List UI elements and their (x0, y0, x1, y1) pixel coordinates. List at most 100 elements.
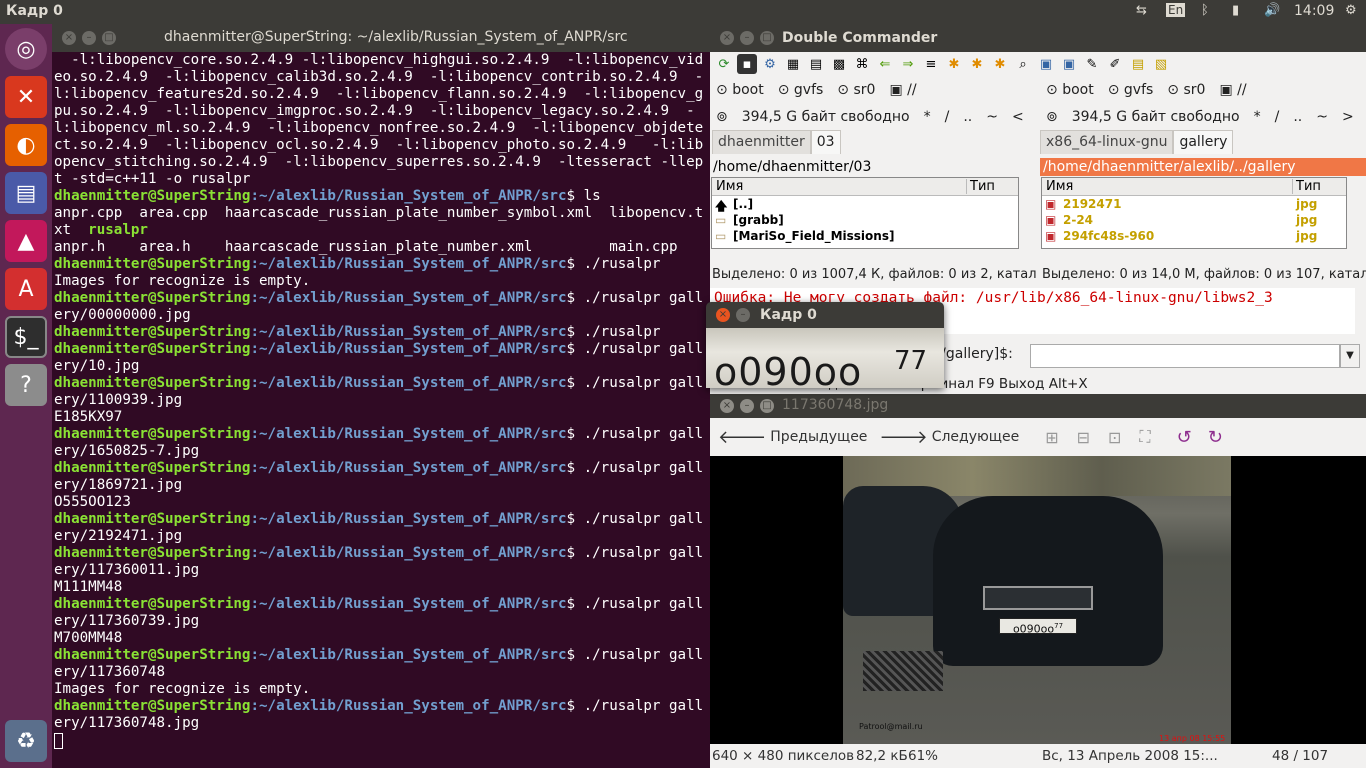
tab-03[interactable]: 03 (810, 130, 841, 154)
nav-root[interactable]: * (924, 109, 931, 125)
list-item[interactable]: ▭ [grabb] (712, 212, 1018, 228)
nav-slash[interactable]: / (1275, 109, 1280, 125)
image-canvas[interactable]: о090оо77 Patrool@mail.ru 13 апр 08 15:55 (710, 456, 1366, 744)
drive-boot[interactable]: ⊙ boot (1046, 82, 1094, 98)
refresh-icon[interactable]: ⟳ (714, 54, 734, 74)
firefox-icon[interactable]: ◐ (5, 124, 47, 166)
drive-sr0[interactable]: ⊙ sr0 (1167, 82, 1205, 98)
maximize-icon[interactable]: □ (102, 31, 116, 45)
list-item[interactable]: ▣ 294fc48s-960 jpg (1042, 228, 1346, 244)
previous-button[interactable]: Предыдущее (770, 429, 867, 445)
select-icon[interactable]: ✱ (944, 54, 964, 74)
nav-home[interactable]: ~ (986, 109, 998, 125)
frame-popup-window[interactable]: × – Кадр 0 о090оо 77 (706, 302, 944, 388)
rename-icon[interactable]: ✐ (1105, 54, 1125, 74)
trash-icon[interactable]: ♻ (5, 720, 47, 762)
minimize-icon[interactable]: – (82, 31, 96, 45)
close-icon[interactable]: × (720, 399, 734, 413)
terminal-output[interactable]: -l:libopencv_core.so.2.4.9 -l:libopencv_… (54, 52, 708, 749)
disk-icon[interactable]: ⊚ (1046, 109, 1058, 125)
drive-gvfs[interactable]: ⊙ gvfs (778, 82, 824, 98)
list-item[interactable]: 🡅 [..] (712, 196, 1018, 213)
zoom-fit-icon[interactable]: ⛶ (1139, 427, 1150, 447)
text-editor-icon[interactable]: ▤ (5, 172, 47, 214)
compare-icon[interactable]: ≡ (921, 54, 941, 74)
tab-gallery[interactable]: gallery (1173, 130, 1234, 154)
col-name[interactable]: Имя (716, 179, 743, 194)
image-viewer-window[interactable]: × – □ 117360748.jpg 🡐 Предыдущее 🡒 Следу… (710, 394, 1366, 768)
arrow-right-icon[interactable]: 🡒 (879, 427, 927, 448)
files-icon[interactable]: ✕ (5, 76, 47, 118)
nav-root[interactable]: * (1254, 109, 1261, 125)
software-icon[interactable]: A (5, 268, 47, 310)
full-view-icon[interactable]: ▤ (806, 54, 826, 74)
left-file-list[interactable]: Имя Тип 🡅 [..] ▭ [grabb] ▭ [MariSo_Field_Mi… (711, 177, 1019, 249)
close-icon[interactable]: × (720, 31, 734, 45)
drive-root[interactable]: ▣ // (1219, 82, 1246, 98)
zoom-out-icon[interactable]: ⊟ (1077, 428, 1090, 447)
drive-root[interactable]: ▣ // (889, 82, 916, 98)
dc-titlebar[interactable]: × – □ Double Commander (710, 24, 1366, 52)
right-file-list[interactable]: Имя Тип ▣ 2192471 jpg ▣ 2-24 jpg ▣ 294fc48s-9… (1041, 177, 1347, 249)
select-all-icon[interactable]: ✱ (967, 54, 987, 74)
terminal-titlebar[interactable]: × – □ dhaenmitter@SuperString: ~/alexlib… (52, 24, 710, 52)
tab-x86_64-linux-gnu[interactable]: x86_64-linux-gnu (1040, 130, 1174, 154)
drive-boot[interactable]: ⊙ boot (716, 82, 764, 98)
unpack-icon[interactable]: ▣ (1059, 54, 1079, 74)
list-item[interactable]: ▣ 2192471 jpg (1042, 196, 1346, 212)
zoom-normal-icon[interactable]: ⊡ (1108, 428, 1121, 447)
list-item[interactable]: ▭ [MariSo_Field_Missions] (712, 228, 1018, 244)
maximize-icon[interactable]: □ (760, 31, 774, 45)
copy-icon[interactable]: ⇐ (875, 54, 895, 74)
search-icon[interactable]: ⌕ (1013, 54, 1033, 74)
arrow-left-icon[interactable]: 🡐 (718, 427, 766, 448)
nav-up[interactable]: .. (963, 109, 972, 125)
next-button[interactable]: Следующее (932, 429, 1020, 445)
nav-slash[interactable]: / (945, 109, 950, 125)
maximize-icon[interactable]: □ (760, 399, 774, 413)
chevron-down-icon[interactable]: ▼ (1340, 344, 1360, 368)
drive-sr0[interactable]: ⊙ sr0 (837, 82, 875, 98)
terminal-icon[interactable]: $_ (5, 316, 47, 358)
gear-icon[interactable]: ⚙ (1345, 3, 1357, 18)
ubuntu-icon[interactable]: ◎ (5, 28, 47, 70)
viewer-titlebar[interactable]: × – □ 117360748.jpg (710, 394, 1366, 418)
brief-view-icon[interactable]: ▦ (783, 54, 803, 74)
pack-icon[interactable]: ▣ (1036, 54, 1056, 74)
image-viewer-icon[interactable]: ▲ (5, 220, 47, 262)
clock[interactable]: 14:09 (1294, 3, 1334, 19)
terminal-window[interactable]: × – □ dhaenmitter@SuperString: ~/alexlib… (52, 24, 710, 768)
thumbnail-view-icon[interactable]: ▩ (829, 54, 849, 74)
options-icon[interactable]: ⚙ (760, 54, 780, 74)
nav-back[interactable]: < (1012, 109, 1024, 125)
list-item[interactable]: ▣ 2-24 jpg (1042, 212, 1346, 228)
right-path[interactable]: /home/dhaenmitter/alexlib/../gallery (1040, 158, 1366, 176)
edit-icon[interactable]: ✎ (1082, 54, 1102, 74)
move-icon[interactable]: ⇒ (898, 54, 918, 74)
tree-icon[interactable]: ⌘ (852, 54, 872, 74)
help-icon[interactable]: ? (5, 364, 47, 406)
copy-names-icon[interactable]: ▤ (1128, 54, 1148, 74)
col-type[interactable]: Тип (1292, 179, 1321, 194)
terminal-input-line[interactable] (54, 732, 708, 749)
minimize-icon[interactable]: – (736, 308, 750, 322)
rotate-right-icon[interactable]: ↻ (1208, 427, 1223, 448)
drive-gvfs[interactable]: ⊙ gvfs (1108, 82, 1154, 98)
terminal-icon[interactable]: ▪ (737, 54, 757, 74)
tab-dhaenmitter[interactable]: dhaenmitter (712, 130, 811, 154)
left-path[interactable]: /home/dhaenmitter/03 (710, 158, 1035, 176)
nav-forward[interactable]: > (1342, 109, 1354, 125)
col-type[interactable]: Тип (966, 179, 995, 194)
bluetooth-icon[interactable]: ᛒ (1201, 3, 1209, 18)
disk-icon[interactable]: ⊚ (716, 109, 728, 125)
network-icon[interactable]: ⇆ (1136, 3, 1147, 18)
minimize-icon[interactable]: – (740, 31, 754, 45)
nav-up[interactable]: .. (1293, 109, 1302, 125)
battery-icon[interactable]: ▮ (1232, 3, 1239, 18)
keyboard-layout-indicator[interactable]: En (1166, 3, 1186, 17)
volume-icon[interactable]: 🔊 (1264, 3, 1280, 18)
col-name[interactable]: Имя (1046, 179, 1073, 194)
minimize-icon[interactable]: – (740, 399, 754, 413)
command-input[interactable] (1030, 344, 1340, 368)
rotate-left-icon[interactable]: ↺ (1177, 427, 1192, 448)
